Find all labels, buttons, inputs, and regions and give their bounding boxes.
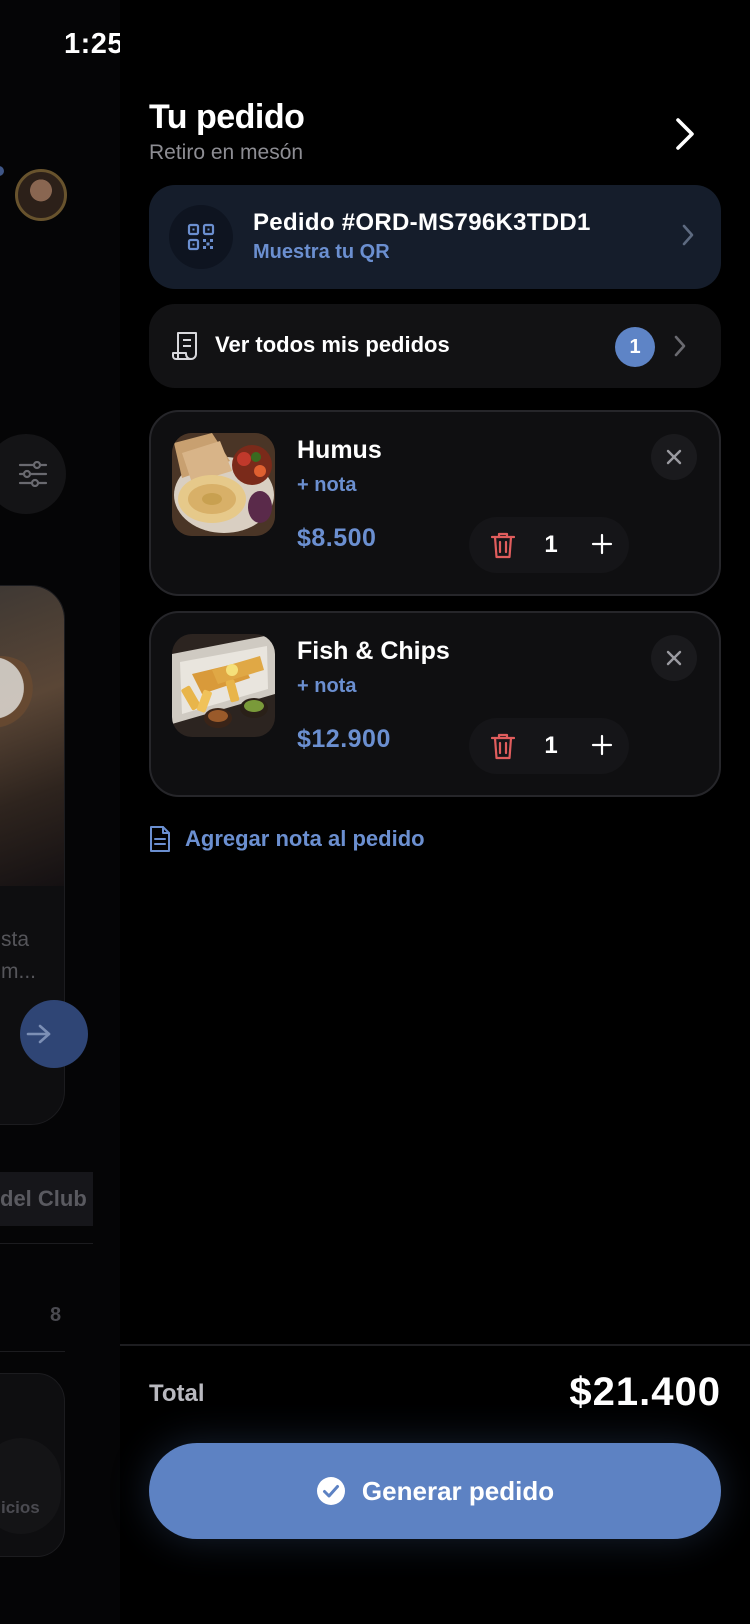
all-orders-label: Ver todos mis pedidos: [215, 332, 450, 357]
item-price: $12.900: [297, 725, 391, 753]
add-order-note-button[interactable]: Agregar nota al pedido: [149, 825, 425, 853]
plus-icon[interactable]: [591, 734, 613, 756]
quantity-stepper: 1: [469, 718, 629, 774]
services-label: icios: [1, 1498, 40, 1517]
active-order-card[interactable]: Pedido #ORD-MS796K3TDD1 Muestra tu QR: [149, 185, 721, 289]
generate-order-label: Generar pedido: [361, 1475, 555, 1506]
arrow-right-icon: [26, 1024, 51, 1044]
qr-badge: [169, 205, 233, 269]
orders-count-badge: 1: [615, 327, 655, 367]
remove-item-button[interactable]: [651, 635, 697, 681]
quantity-stepper: 1: [469, 517, 629, 573]
trash-icon[interactable]: [491, 732, 515, 760]
arrow-button: [20, 1000, 88, 1068]
club-tab: del Club: [0, 1172, 93, 1226]
add-item-note-button[interactable]: + nota: [297, 675, 356, 698]
divider: [0, 1243, 93, 1244]
receipt-icon: [172, 332, 197, 360]
background-app: sta m... del Club 8 icios: [0, 0, 120, 1624]
close-icon: [666, 449, 682, 465]
item-quantity: 1: [544, 531, 558, 558]
generate-order-button[interactable]: Generar pedido: [149, 1443, 721, 1539]
plus-icon[interactable]: [591, 533, 613, 555]
all-orders-button[interactable]: Ver todos mis pedidos 1: [149, 304, 721, 388]
order-id: Pedido #ORD-MS796K3TDD1: [253, 209, 591, 236]
drawer-title: Tu pedido: [149, 98, 305, 136]
chevron-right-icon: [682, 224, 694, 246]
product-image: [0, 586, 64, 886]
total-label: Total: [149, 1380, 205, 1407]
drawer-subtitle: Retiro en mesón: [149, 141, 304, 164]
status-time: 1:25: [64, 28, 125, 60]
club-label: del Club: [0, 1186, 87, 1211]
description-line: m...: [1, 960, 36, 983]
chevron-right-icon: [674, 335, 686, 357]
chevron-right-icon: [676, 118, 694, 150]
filter-button: [0, 434, 66, 514]
avatar: [15, 169, 67, 221]
item-name: Fish & Chips: [297, 637, 450, 665]
check-circle-icon: [316, 1477, 345, 1505]
count-label: 8: [50, 1304, 62, 1326]
total-value: $21.400: [569, 1370, 721, 1414]
item-name: Humus: [297, 436, 382, 464]
drawer-header: Tu pedido Retiro en mesón: [149, 98, 709, 165]
qr-code-icon: [187, 223, 215, 251]
item-price: $8.500: [297, 524, 377, 552]
document-icon: [150, 826, 170, 852]
add-item-note-button[interactable]: + nota: [297, 474, 356, 497]
close-drawer-button[interactable]: [665, 112, 705, 156]
divider: [0, 1351, 65, 1352]
product-description: sta m...: [1, 924, 36, 988]
item-quantity: 1: [544, 732, 558, 759]
footer-divider: [120, 1344, 750, 1346]
item-image-humus: [172, 433, 275, 536]
notification-dot: [0, 166, 4, 176]
remove-item-button[interactable]: [651, 434, 697, 480]
show-qr-label: Muestra tu QR: [253, 241, 390, 263]
item-image-fish-and-chips: [172, 634, 275, 737]
cart-item: Fish & Chips + nota $12.900 1: [149, 611, 721, 797]
sliders-icon: [18, 461, 48, 487]
add-order-note-label: Agregar nota al pedido: [185, 826, 425, 851]
order-drawer: Tu pedido Retiro en mesón Pedido #ORD-MS…: [120, 0, 750, 1624]
services-icon-bg: [0, 1438, 61, 1534]
services-card: icios: [0, 1373, 65, 1557]
cart-item: Humus + nota $8.500 1: [149, 410, 721, 596]
description-line: sta: [1, 928, 30, 951]
close-icon: [666, 650, 682, 666]
trash-icon[interactable]: [491, 531, 515, 559]
